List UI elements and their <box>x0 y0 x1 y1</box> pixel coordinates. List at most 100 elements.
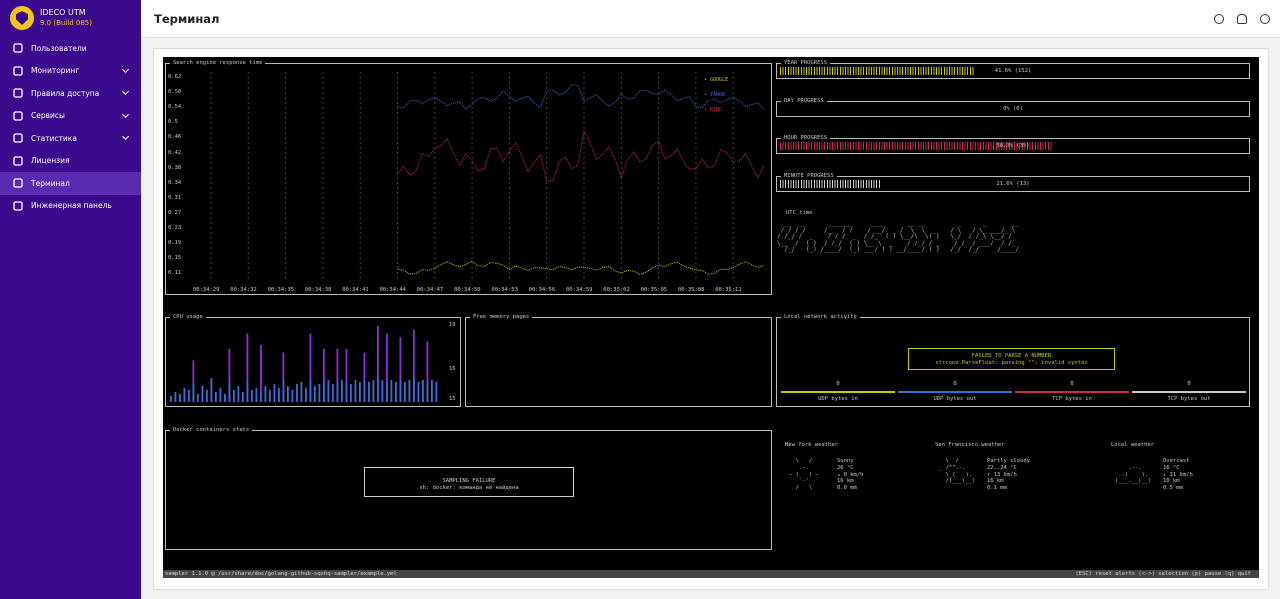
cpu-bar <box>350 384 352 402</box>
weather-title: San Francisco weather <box>935 442 1005 448</box>
sidebar-item-5[interactable]: Лицензия <box>0 150 141 173</box>
terminal-screen[interactable]: Search engine response time 0.62 0.58 0.54… <box>163 57 1259 578</box>
brand-version: 9.0 (Build 085) <box>40 19 92 27</box>
status-right: (ESC) reset alerts (<->) selection (p) p… <box>1075 571 1252 577</box>
bell-icon[interactable] <box>1237 14 1247 24</box>
cpu-bar <box>170 396 172 402</box>
cpu-bar <box>224 394 226 402</box>
progress-title: HOUR PROGRESS <box>781 134 831 142</box>
progress-value: 41.6% (152) <box>994 68 1032 74</box>
network-value: 0 <box>836 381 840 387</box>
response-time-panel: Search engine response time 0.62 0.58 0.54… <box>165 59 772 295</box>
sidebar-item-1[interactable]: Мониторинг <box>0 60 141 83</box>
cpu-bar <box>314 386 316 402</box>
panel-title: Free memory pages <box>470 313 533 321</box>
weather-art: \ / _ /"".-. \_( ). /(___(__) <box>939 458 976 485</box>
cpu-bar <box>287 386 289 402</box>
progress-title: YEAR PROGRESS <box>781 59 831 67</box>
brand[interactable]: IDECO UTM 9.0 (Build 085) <box>0 0 141 36</box>
cpu-bar <box>422 380 424 402</box>
cpu-bar <box>404 382 406 402</box>
progress-panel: DAY PROGRESS 0% (0) <box>776 96 1250 117</box>
cpu-bar <box>399 380 402 402</box>
response-chart <box>210 72 765 282</box>
cpu-bar <box>354 380 357 402</box>
cpu-bar <box>264 386 267 402</box>
docker-stats-panel: Docker containers stats SAMPLING FAILURE… <box>165 426 772 550</box>
network-value: 0 <box>1187 381 1191 387</box>
network-value: 0 <box>1070 381 1074 387</box>
sidebar-item-3[interactable]: Сервисы <box>0 105 141 128</box>
network-gauge-line <box>898 391 1012 393</box>
cpu-bar <box>291 390 294 402</box>
cpu-bar <box>269 390 271 402</box>
network-value: 0 <box>953 381 957 387</box>
cpu-bar <box>336 382 339 402</box>
sidebar-item-0[interactable]: Пользователи <box>0 37 141 60</box>
legend-google: • GOOGLE <box>704 77 729 83</box>
weather-title: Local weather <box>1111 442 1155 448</box>
sidebar-item-label: Лицензия <box>31 156 70 166</box>
cpu-tick: 19 <box>449 322 456 328</box>
cpu-bar <box>188 390 190 402</box>
weather-details: Overcast 16 °C ↓ 31 km/h 10 km 0.5 mm <box>1163 458 1193 492</box>
cpu-bar <box>237 386 240 402</box>
network-activity-panel: Local network activity FAILED TO PARSE A… <box>776 313 1250 407</box>
cpu-bar <box>332 384 334 402</box>
cpu-bar <box>323 382 325 402</box>
status-bar: sampler 1.1.0 @ /usr/share/doc/golang-gi… <box>163 570 1259 578</box>
cpu-bar <box>426 382 429 402</box>
cpu-tick: 15 <box>449 396 456 402</box>
progress-panel: HOUR PROGRESS 58.3% (35) <box>776 134 1250 154</box>
cpu-bar <box>215 392 217 402</box>
terminal-icon <box>12 177 24 189</box>
stats-file-icon <box>12 132 24 144</box>
error-message: strconv.ParseFloat: parsing "": invalid … <box>935 360 1088 366</box>
cpu-bar <box>246 380 249 402</box>
cpu-bar <box>327 380 330 402</box>
shield-icon <box>12 87 24 99</box>
error-title: SAMPLING FAILURE <box>442 478 496 484</box>
theme-icon[interactable] <box>1214 14 1224 24</box>
top-bar: Терминал <box>141 0 1280 38</box>
cpu-bar <box>242 392 244 402</box>
progress-title: MINUTE PROGRESS <box>781 171 837 180</box>
cpu-bar <box>251 390 253 402</box>
cpu-bar <box>296 384 298 402</box>
cpu-bar <box>210 378 213 402</box>
cpu-bar <box>345 382 348 402</box>
cpu-bar <box>417 382 420 402</box>
sliders-icon <box>12 110 24 122</box>
sidebar-item-label: Инженерная панель <box>31 201 112 211</box>
cpu-bar <box>381 380 384 402</box>
sidebar-item-2[interactable]: Правила доступа <box>0 82 141 105</box>
chevron-down-icon <box>121 110 130 118</box>
gears-icon <box>12 200 24 212</box>
user-icon[interactable] <box>1260 14 1270 24</box>
panel-title: Docker containers stats <box>170 426 253 434</box>
utc-title: UTC time <box>783 209 816 217</box>
network-label: TCP bytes in <box>1052 396 1092 402</box>
cpu-bar <box>300 382 303 402</box>
cpu-bar <box>233 390 235 402</box>
cpu-bar <box>413 378 415 402</box>
cpu-bar <box>431 380 433 402</box>
cpu-bar <box>368 382 370 402</box>
cpu-usage-panel: CPU usage 19 16 15 <box>165 313 461 407</box>
cpu-bar <box>395 382 397 402</box>
sidebar-item-4[interactable]: Статистика <box>0 127 141 150</box>
sidebar-item-7[interactable]: Инженерная панель <box>0 195 141 218</box>
cpu-bar <box>318 384 321 402</box>
sidebar-item-6[interactable]: Терминал <box>0 172 141 195</box>
weather-art: \ / .-. ― ( ) ― `-' / \ <box>789 458 819 492</box>
network-label: UDP bytes out <box>933 396 977 402</box>
legend-yahoo: • YAHOO <box>704 92 726 98</box>
sidebar-item-label: Статистика <box>31 133 77 143</box>
cpu-bar <box>390 380 393 402</box>
cpu-bar <box>260 392 262 402</box>
sidebar-item-label: Терминал <box>31 178 70 188</box>
legend-bing: • BING <box>704 107 723 113</box>
cpu-bar <box>377 378 379 402</box>
cpu-bar <box>278 388 280 402</box>
network-label: TCP bytes out <box>1167 396 1211 402</box>
